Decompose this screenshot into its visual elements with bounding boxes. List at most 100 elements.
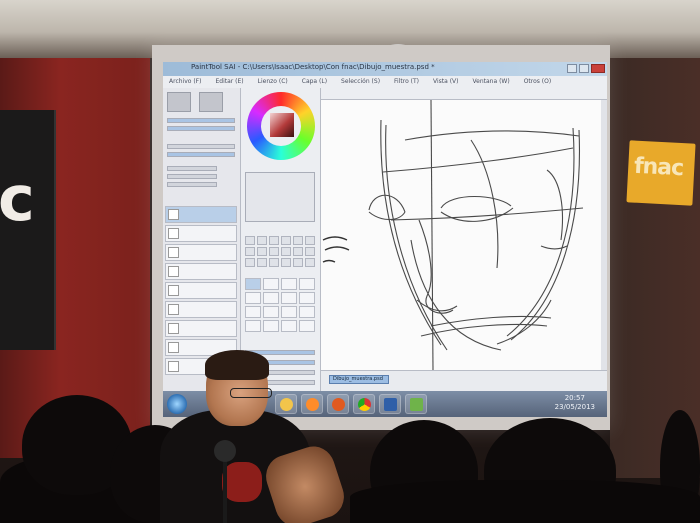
- tool-button[interactable]: [257, 247, 267, 256]
- tool-button[interactable]: [245, 258, 255, 267]
- brush-preset[interactable]: [281, 320, 297, 332]
- firefox-icon[interactable]: [327, 394, 349, 414]
- window-controls: [567, 64, 605, 73]
- opacity-slider[interactable]: [167, 152, 235, 157]
- tool-button[interactable]: [269, 258, 279, 267]
- layer-item[interactable]: [165, 320, 237, 337]
- layer-thumbnail: [168, 342, 179, 353]
- status-bar: Dibujo_muestra.psd: [321, 370, 607, 391]
- brush-icon: [410, 398, 423, 411]
- layer-thumbnail: [168, 247, 179, 258]
- angle-slider[interactable]: [167, 126, 235, 131]
- saturation-value-square[interactable]: [270, 113, 294, 137]
- drawing-canvas[interactable]: [321, 100, 601, 370]
- brush-preset[interactable]: [245, 306, 261, 318]
- tool-button[interactable]: [281, 247, 291, 256]
- tool-button[interactable]: [293, 258, 303, 267]
- tool-grid: [245, 236, 317, 267]
- microphone-icon: [214, 440, 236, 462]
- navigator-thumbnail[interactable]: [167, 92, 191, 112]
- explorer-icon[interactable]: [275, 394, 297, 414]
- clipping-group-checkbox[interactable]: [167, 174, 217, 179]
- brush-preset[interactable]: [299, 306, 315, 318]
- brush-preset[interactable]: [281, 278, 297, 290]
- layer-item[interactable]: [165, 301, 237, 318]
- layer-thumbnail: [168, 228, 179, 239]
- brush-preset[interactable]: [299, 278, 315, 290]
- window-title: PaintTool SAI - C:\Users\Isaac\Desktop\C…: [191, 63, 435, 71]
- tool-button[interactable]: [305, 247, 315, 256]
- menu-item[interactable]: Filtro (T): [394, 76, 419, 88]
- red-object: [222, 462, 262, 502]
- brush-preset[interactable]: [281, 306, 297, 318]
- brush-grid: [245, 278, 317, 332]
- brush-preset[interactable]: [245, 278, 261, 290]
- tool-button[interactable]: [281, 258, 291, 267]
- layer-item[interactable]: [165, 225, 237, 242]
- zoom-slider[interactable]: [167, 118, 235, 123]
- fnac-sign-letter: c: [0, 162, 35, 235]
- navigator-preview[interactable]: [199, 92, 223, 112]
- window-titlebar: PaintTool SAI - C:\Users\Isaac\Desktop\C…: [163, 62, 607, 76]
- tool-button[interactable]: [257, 236, 267, 245]
- preserve-opacity-checkbox[interactable]: [167, 166, 217, 171]
- browser-icon: [358, 398, 371, 411]
- word-icon[interactable]: [379, 394, 401, 414]
- tool-button[interactable]: [305, 236, 315, 245]
- paint-tool-sai-icon[interactable]: [405, 394, 427, 414]
- layer-item[interactable]: [165, 263, 237, 280]
- cursor-strokes: [322, 236, 350, 263]
- maximize-button[interactable]: [579, 64, 589, 73]
- brush-preset[interactable]: [245, 292, 261, 304]
- selection-source-checkbox[interactable]: [167, 182, 217, 187]
- layer-thumbnail: [168, 361, 179, 372]
- close-button[interactable]: [591, 64, 605, 73]
- tool-button[interactable]: [269, 236, 279, 245]
- menu-item[interactable]: Editar (E): [215, 76, 243, 88]
- color-swatches[interactable]: [245, 172, 315, 222]
- layer-thumbnail: [168, 285, 179, 296]
- navigator-layer-panel: [163, 88, 241, 391]
- tool-button[interactable]: [269, 247, 279, 256]
- layer-mode-select[interactable]: [167, 144, 235, 149]
- layer-thumbnail: [168, 323, 179, 334]
- brush-preset[interactable]: [263, 306, 279, 318]
- brush-preset[interactable]: [245, 320, 261, 332]
- document-icon: [384, 398, 397, 411]
- canvas-scrollbar[interactable]: [601, 100, 607, 370]
- menu-item[interactable]: Selección (S): [341, 76, 380, 88]
- menu-item[interactable]: Vista (V): [433, 76, 459, 88]
- tool-button[interactable]: [245, 247, 255, 256]
- media-player-icon[interactable]: [301, 394, 323, 414]
- layer-item[interactable]: [165, 206, 237, 223]
- tool-button[interactable]: [281, 236, 291, 245]
- menu-item[interactable]: Ventana (W): [473, 76, 510, 88]
- brush-preset[interactable]: [281, 292, 297, 304]
- brush-preset[interactable]: [263, 292, 279, 304]
- color-wheel[interactable]: [247, 92, 315, 160]
- minimize-button[interactable]: [567, 64, 577, 73]
- layer-item[interactable]: [165, 282, 237, 299]
- fnac-logo-text: fnac: [633, 153, 684, 182]
- brush-preset[interactable]: [263, 278, 279, 290]
- audience-member: [350, 480, 700, 523]
- menu-item[interactable]: Lienzo (C): [258, 76, 288, 88]
- tool-button[interactable]: [293, 236, 303, 245]
- tool-button[interactable]: [293, 247, 303, 256]
- brush-preset[interactable]: [263, 320, 279, 332]
- start-button[interactable]: [167, 394, 187, 414]
- menu-item[interactable]: Archivo (F): [169, 76, 201, 88]
- menu-item[interactable]: Capa (L): [302, 76, 327, 88]
- tool-button[interactable]: [245, 236, 255, 245]
- menu-item[interactable]: Otros (O): [524, 76, 552, 88]
- tool-button[interactable]: [305, 258, 315, 267]
- tool-button[interactable]: [257, 258, 267, 267]
- glasses-icon: [230, 388, 272, 398]
- brush-preset[interactable]: [299, 320, 315, 332]
- chrome-icon[interactable]: [353, 394, 375, 414]
- play-icon: [306, 398, 319, 411]
- layer-thumbnail: [168, 209, 179, 220]
- layer-item[interactable]: [165, 244, 237, 261]
- layer-thumbnail: [168, 266, 179, 277]
- brush-preset[interactable]: [299, 292, 315, 304]
